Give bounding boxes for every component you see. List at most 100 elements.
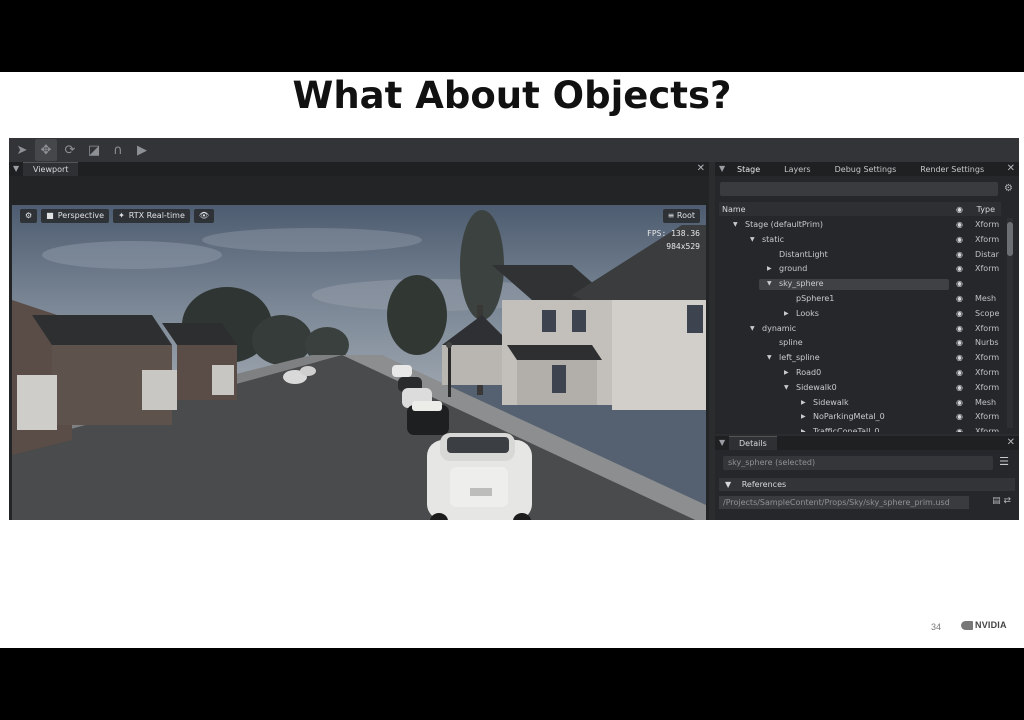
root-label: Root — [676, 211, 695, 220]
hamburger-menu-icon[interactable]: ☰ — [999, 455, 1009, 468]
collapse-arrow-icon[interactable]: ▶ — [784, 307, 789, 322]
tree-row[interactable]: spline ◉ NurbsCurves — [719, 336, 1001, 351]
page-number: 34 — [931, 622, 942, 632]
search-options-icon[interactable]: ⚙ — [1004, 183, 1013, 194]
tree-row-type: Scope — [975, 308, 999, 318]
viewport-controls: ⚙ ■ Perspective ✦ RTX Real-time 👁 — [20, 209, 215, 223]
collapse-arrow-icon[interactable]: ▶ — [767, 262, 772, 277]
expand-arrow-icon[interactable]: ▼ — [750, 322, 755, 337]
move-tool-button[interactable]: ✥ — [35, 139, 57, 161]
expand-arrow-icon[interactable]: ▼ — [750, 233, 755, 248]
tree-row[interactable]: ▼ static ◉ Xform — [719, 233, 1001, 248]
stack-icon: ≡ — [667, 211, 675, 220]
close-viewport-icon[interactable]: ✕ — [697, 163, 705, 174]
references-section-header[interactable]: ▼ References — [719, 478, 1015, 491]
renderer-label: RTX Real-time — [128, 211, 185, 220]
folder-icon[interactable]: ▤ ⇄ — [992, 496, 1011, 506]
visibility-eye-icon[interactable]: ◉ — [956, 425, 963, 432]
details-tabbar: ▼ Details ✕ — [715, 436, 1019, 450]
visibility-eye-icon[interactable]: ◉ — [956, 307, 963, 322]
tree-row-type: Mesh — [975, 397, 997, 407]
viewport-panel: ▼ Viewport ✕ ⚙ ■ Perspective ✦ RTX Real-… — [9, 162, 709, 520]
panel-menu-icon[interactable]: ▼ — [719, 438, 725, 447]
visibility-eye-icon[interactable]: ◉ — [956, 336, 963, 351]
tab-render-settings[interactable]: Render Settings — [908, 165, 996, 174]
camera-icon: ■ — [46, 211, 54, 220]
visibility-eye-icon[interactable]: ◉ — [956, 381, 963, 396]
stage-tree: ▼ Stage (defaultPrim) ◉ Xform ▼ static ◉ Xform D… — [719, 218, 1001, 432]
expand-arrow-icon[interactable]: ▼ — [784, 381, 789, 396]
snap-magnet-tool-button[interactable]: ∩ — [107, 139, 129, 161]
reference-path-field[interactable]: /Projects/SampleContent/Props/Sky/sky_sp… — [719, 496, 969, 509]
select-arrow-tool-button[interactable]: ➤ — [11, 139, 33, 161]
tab-viewport[interactable]: Viewport — [23, 162, 79, 176]
visibility-button[interactable]: 👁 — [193, 209, 215, 223]
tree-row[interactable]: ▼ Sidewalk0 ◉ Xform — [719, 381, 1001, 396]
visibility-eye-icon[interactable]: ◉ — [956, 233, 963, 248]
tree-row[interactable]: ▶ TrafficConeTall_0 ◉ Xform — [719, 425, 1001, 432]
tree-row[interactable]: ▶ ground ◉ Xform — [719, 262, 1001, 277]
tree-row-type: Xform — [975, 412, 999, 422]
viewport-settings-button[interactable]: ⚙ — [20, 209, 38, 223]
scale-tool-button[interactable]: ◪ — [83, 139, 105, 161]
tree-row[interactable]: ▶ Sidewalk ◉ Mesh — [719, 396, 1001, 411]
play-tool-button[interactable]: ▶ — [131, 139, 153, 161]
resolution-readout: 984x529 — [666, 242, 700, 251]
visibility-eye-icon[interactable]: ◉ — [956, 262, 963, 277]
collapse-icon: ▼ — [725, 480, 732, 489]
visibility-eye-icon[interactable]: ◉ — [956, 351, 963, 366]
expand-arrow-icon[interactable]: ▼ — [767, 277, 772, 292]
snap-magnet-icon: ∩ — [113, 142, 123, 158]
tree-row[interactable]: ▶ NoParkingMetal_0 ◉ Xform — [719, 410, 1001, 425]
stage-tabbar: ▼ Stage Layers Debug Settings Render Settin… — [715, 162, 1019, 176]
collapse-arrow-icon[interactable]: ▶ — [801, 396, 806, 411]
tree-row-label: ground — [779, 264, 808, 274]
viewport-scene[interactable]: ⚙ ■ Perspective ✦ RTX Real-time 👁 ≡ Root — [12, 205, 706, 520]
tree-row[interactable]: ▼ Stage (defaultPrim) ◉ Xform — [719, 218, 1001, 233]
stage-scroll-thumb[interactable] — [1007, 222, 1013, 256]
tree-row[interactable]: ▼ left_spline ◉ Xform — [719, 351, 1001, 366]
visibility-eye-icon[interactable]: ◉ — [956, 410, 963, 425]
renderer-select-button[interactable]: ✦ RTX Real-time — [113, 209, 190, 223]
visibility-eye-icon[interactable]: ◉ — [956, 248, 963, 263]
tree-row-label: TrafficConeTall_0 — [813, 427, 880, 432]
references-label: References — [741, 480, 787, 489]
collapse-arrow-icon[interactable]: ▶ — [784, 366, 789, 381]
stage-search-input[interactable] — [720, 182, 998, 196]
visibility-eye-icon[interactable]: ◉ — [956, 322, 963, 337]
tree-row[interactable]: pSphere1 ◉ Mesh — [719, 292, 1001, 307]
visibility-eye-icon[interactable]: ◉ — [956, 396, 963, 411]
panel-menu-icon[interactable]: ▼ — [719, 164, 725, 173]
expand-arrow-icon[interactable]: ▼ — [767, 351, 772, 366]
expand-arrow-icon[interactable]: ▼ — [733, 218, 738, 233]
tab-details[interactable]: Details — [729, 436, 777, 450]
visibility-eye-icon[interactable]: ◉ — [956, 277, 963, 292]
tree-row-type: Xform — [975, 382, 999, 392]
close-stage-icon[interactable]: ✕ — [1007, 163, 1015, 174]
visibility-eye-icon[interactable]: ◉ — [956, 292, 963, 307]
nvidia-eye-icon — [961, 620, 973, 630]
column-type-header[interactable]: Type — [977, 205, 995, 214]
visibility-eye-icon[interactable]: ◉ — [956, 218, 963, 233]
omniverse-app-window: ➤ ✥ ⟳ ◪ ∩ ▶ ▼ Viewport ✕ ⚙ ■ Perspective… — [9, 138, 1019, 520]
tree-row[interactable]: ▼ sky_sphere ◉ — [719, 277, 1001, 292]
tab-debug-settings[interactable]: Debug Settings — [823, 165, 909, 174]
tree-row[interactable]: ▶ Road0 ◉ Xform — [719, 366, 1001, 381]
column-name-header[interactable]: Name — [722, 205, 746, 214]
logo-wordmark: NVIDIA — [975, 620, 1007, 630]
tree-row[interactable]: ▶ Looks ◉ Scope — [719, 307, 1001, 322]
rotate-tool-button[interactable]: ⟳ — [59, 139, 81, 161]
tree-row[interactable]: DistantLight ◉ DistantLight — [719, 248, 1001, 263]
tree-row[interactable]: ▼ dynamic ◉ Xform — [719, 322, 1001, 337]
tab-layers[interactable]: Layers — [772, 165, 822, 174]
selected-prim-field[interactable]: sky_sphere (selected) — [723, 456, 993, 470]
panel-menu-icon[interactable]: ▼ — [13, 164, 19, 173]
camera-select-button[interactable]: ■ Perspective — [41, 209, 110, 223]
play-icon: ▶ — [137, 142, 147, 158]
tree-row-label: Sidewalk0 — [796, 382, 837, 392]
close-details-icon[interactable]: ✕ — [1007, 437, 1015, 448]
collapse-arrow-icon[interactable]: ▶ — [801, 425, 806, 432]
visibility-eye-icon[interactable]: ◉ — [956, 366, 963, 381]
collapse-arrow-icon[interactable]: ▶ — [801, 410, 806, 425]
root-button[interactable]: ≡ Root — [662, 209, 700, 223]
